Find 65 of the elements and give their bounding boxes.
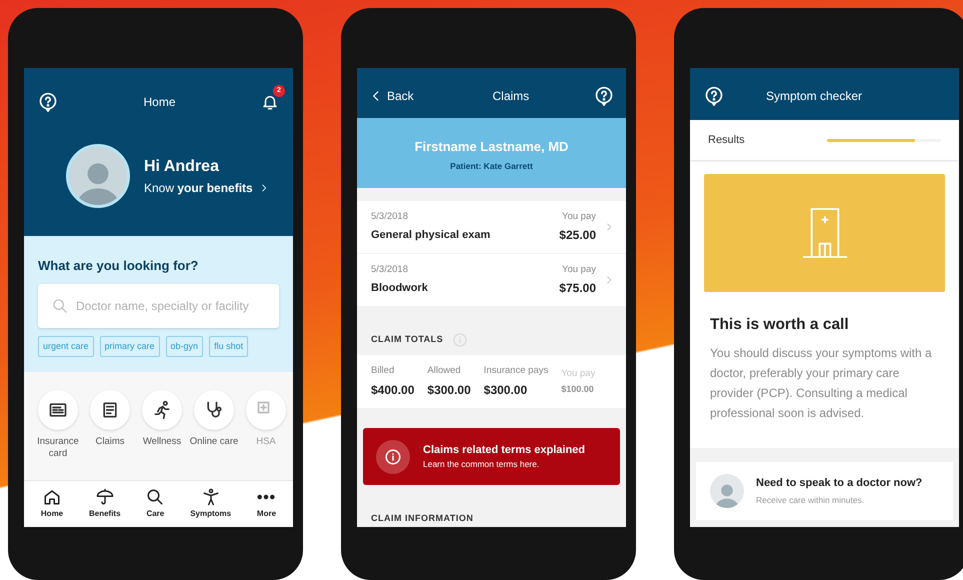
nav-tab[interactable]: Home xyxy=(40,488,64,520)
search-icon xyxy=(52,298,68,314)
provider-name: Firstname Lastname, MD xyxy=(414,138,568,156)
shortcut-button[interactable] xyxy=(38,390,78,430)
nav-tab[interactable]: Care xyxy=(146,488,164,520)
patient-name: Patient: Kate Garrett xyxy=(450,160,533,172)
help-icon[interactable] xyxy=(594,86,614,106)
help-icon[interactable] xyxy=(38,92,58,112)
result-description: You should discuss your symptoms with a doctor, preferably your primary care provider (PCP). Consulting a medical professional soon is advised. xyxy=(709,345,933,422)
search-heading: What are you looking for? xyxy=(38,257,200,275)
banner-subtitle: Learn the common terms here. xyxy=(423,458,540,472)
pay-label: You pay xyxy=(562,210,596,224)
banner-title: Claims related terms explained xyxy=(423,442,586,458)
screen-title: Claims xyxy=(492,88,530,105)
claim-row[interactable]: 5/3/2018 General physical exam You pay $25.00 xyxy=(357,201,626,253)
card-title: Need to speak to a doctor now? xyxy=(756,476,922,492)
umbrella-icon xyxy=(96,488,114,506)
search-field[interactable]: Doctor name, specialty or facility xyxy=(38,284,279,328)
person-stretching-icon xyxy=(202,488,220,506)
total-label: Insurance pays xyxy=(484,364,548,378)
total-label: Allowed xyxy=(427,364,462,378)
section-heading: CLAIM TOTALS xyxy=(371,333,444,346)
more-icon xyxy=(257,494,276,500)
shortcut-button[interactable] xyxy=(194,390,234,430)
total-amount: $300.00 xyxy=(484,382,528,399)
shortcut-label: Wellness xyxy=(142,436,182,448)
back-button[interactable]: Back xyxy=(369,87,414,105)
home-icon xyxy=(43,488,62,506)
total-label: Billed xyxy=(371,364,396,378)
help-icon[interactable] xyxy=(704,86,724,106)
info-icon xyxy=(384,448,402,466)
shortcut-label: Insurance card xyxy=(36,436,80,460)
nav-tab[interactable]: More xyxy=(256,488,276,520)
terms-banner[interactable]: Claims related terms explained Learn the common terms here. xyxy=(363,428,620,485)
claim-date: 5/3/2018 xyxy=(371,263,409,278)
shortcut-label: Claims xyxy=(94,436,126,448)
screen-title: Home xyxy=(143,94,176,111)
claim-amount: $75.00 xyxy=(559,280,596,298)
total-label: You pay xyxy=(561,366,596,381)
nav-tab[interactable]: Benefits xyxy=(88,488,121,520)
shortcut-button[interactable] xyxy=(142,390,182,430)
shortcut-button[interactable] xyxy=(90,390,130,430)
step-label: Results xyxy=(708,132,745,148)
shortcut-label: HSA xyxy=(255,436,277,448)
claim-name: General physical exam xyxy=(371,228,492,244)
screen-title: Symptom checker xyxy=(766,88,862,105)
claim-row[interactable]: 5/3/2018 Bloodwork You pay $75.00 xyxy=(357,254,626,306)
search-icon xyxy=(146,488,164,506)
claim-amount: $25.00 xyxy=(559,227,596,244)
doctor-call-card[interactable]: Need to speak to a doctor now? Receive care within minutes. xyxy=(696,462,953,520)
card-subtitle: Receive care within minutes. xyxy=(756,494,866,507)
benefits-link[interactable]: Know your benefits xyxy=(144,179,253,197)
greeting: Hi Andrea xyxy=(144,157,220,177)
claim-date: 5/3/2018 xyxy=(371,210,409,224)
total-amount: $400.00 xyxy=(371,382,414,399)
shortcut-label: Online care xyxy=(188,436,240,448)
runner-icon xyxy=(152,400,172,420)
bell-icon[interactable] xyxy=(260,93,279,111)
total-amount: $300.00 xyxy=(427,382,471,399)
total-amount: $100.00 xyxy=(561,382,595,396)
claim-name: Bloodwork xyxy=(371,281,429,296)
section-heading: CLAIM INFORMATION xyxy=(370,512,474,525)
result-heading: This is worth a call xyxy=(709,315,850,335)
nav-tab[interactable]: Symptoms xyxy=(190,488,232,520)
pay-label: You pay xyxy=(562,262,596,277)
